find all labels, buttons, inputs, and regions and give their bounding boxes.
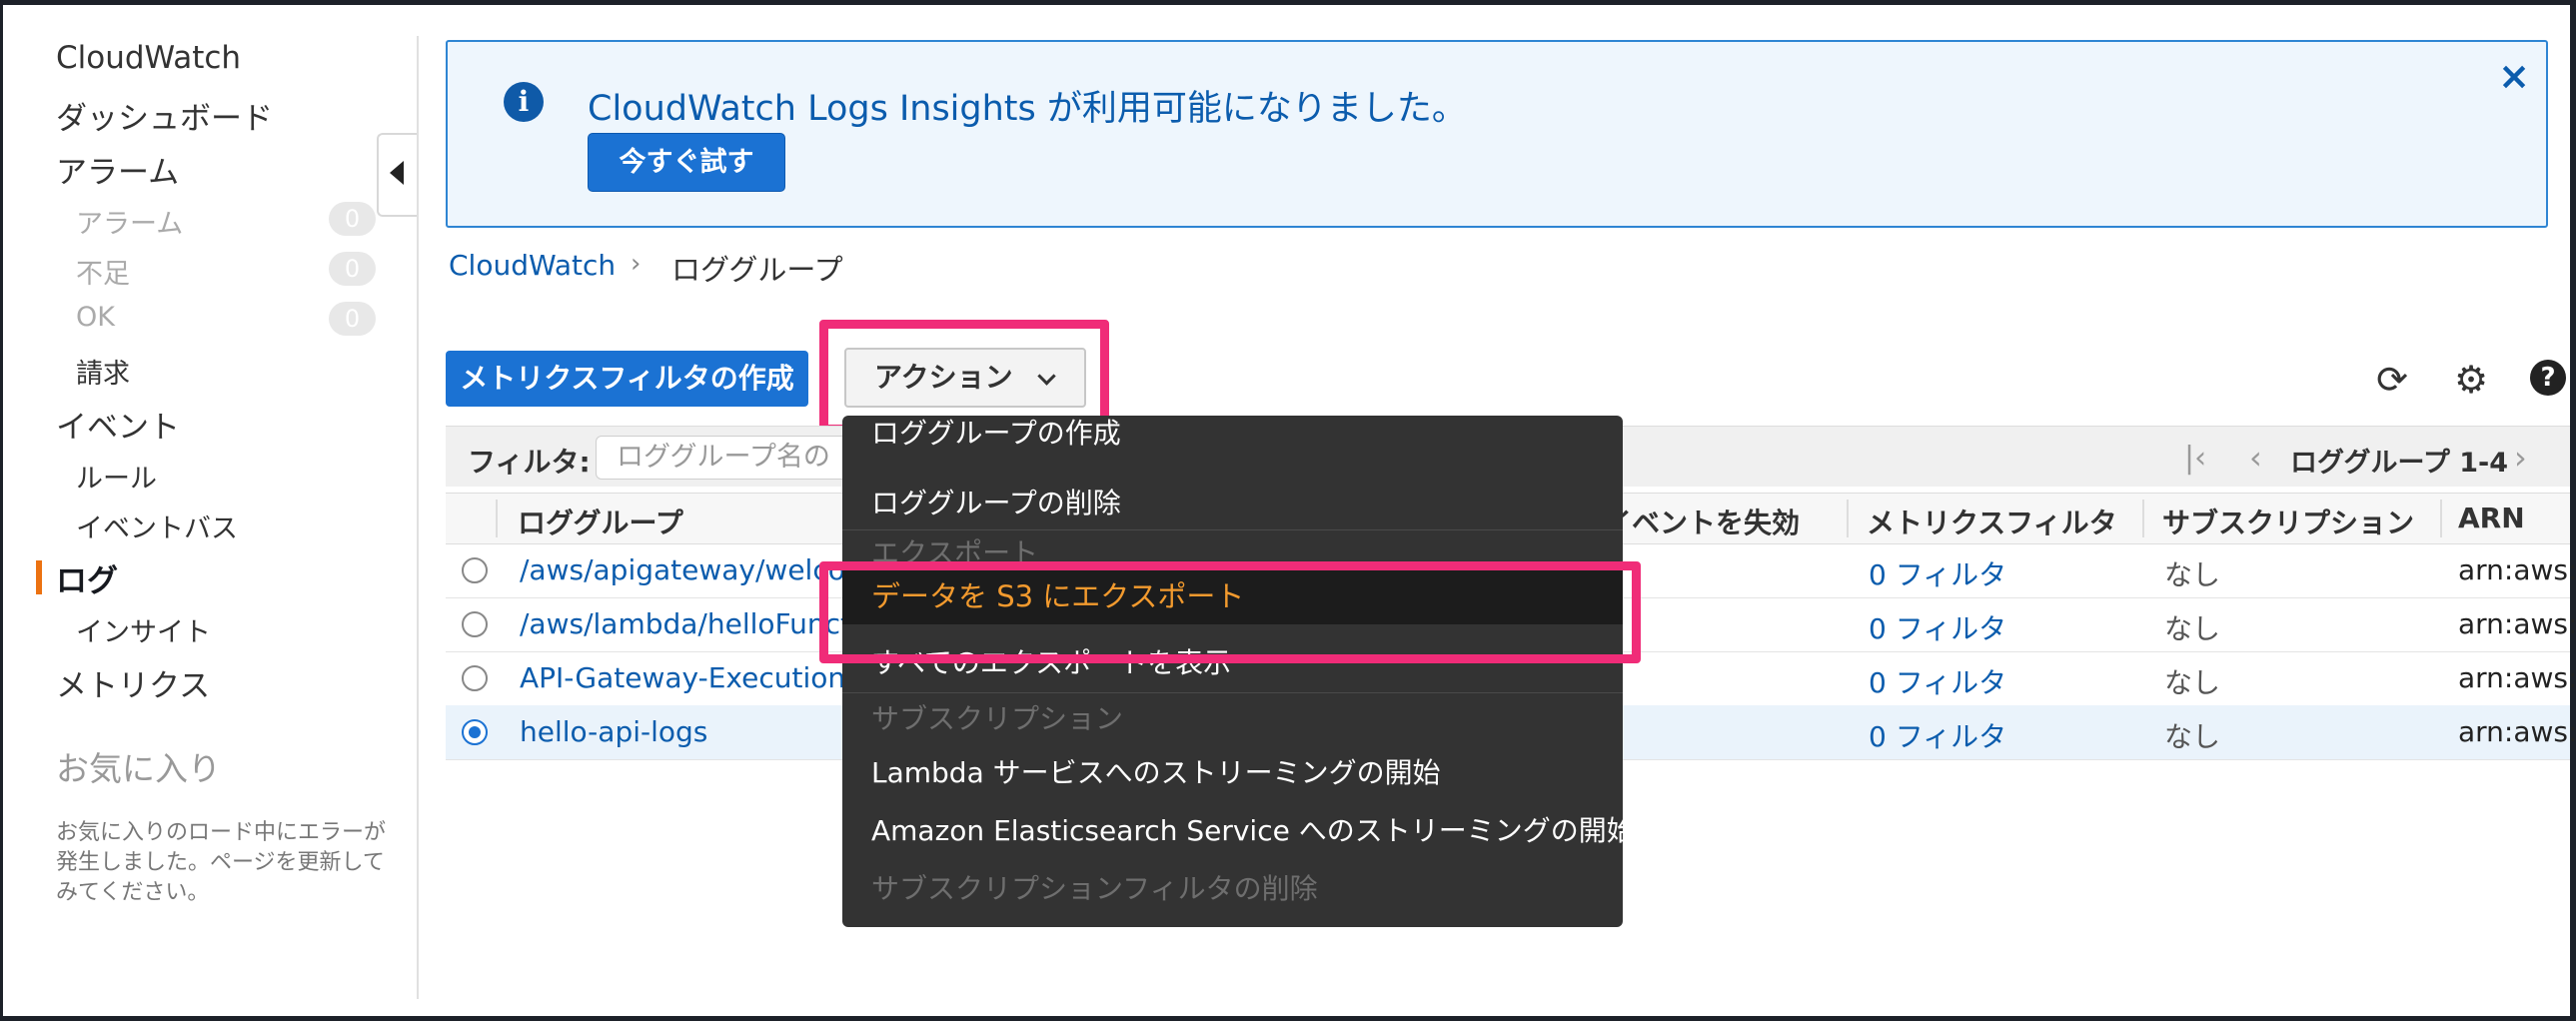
actions-dropdown-menu: ロググループの作成 ロググループの削除 エクスポート データを S3 にエクスポ… bbox=[842, 416, 1623, 927]
row-radio-button[interactable] bbox=[462, 665, 488, 691]
column-header-metric-filters[interactable]: メトリクスフィルタ bbox=[1867, 502, 2117, 541]
sidebar-item-rules[interactable]: ルール bbox=[76, 457, 157, 496]
chevron-right-icon: › bbox=[631, 249, 642, 279]
breadcrumb-cloudwatch-link[interactable]: CloudWatch bbox=[449, 249, 616, 282]
window-frame-bottom bbox=[0, 1016, 2576, 1021]
arn-value: arn:aws:l bbox=[2458, 661, 2576, 694]
insights-banner: i CloudWatch Logs Insights が利用可能になりました。 … bbox=[446, 40, 2548, 228]
active-nav-indicator bbox=[36, 560, 42, 594]
sidebar-item-billing[interactable]: 請求 bbox=[76, 352, 130, 391]
sidebar-item-logs[interactable]: ログ bbox=[56, 555, 118, 600]
sidebar-item-dashboards[interactable]: ダッシュボード bbox=[56, 93, 273, 138]
ok-count-badge: 0 bbox=[329, 302, 376, 336]
subscription-value: なし bbox=[2164, 558, 2221, 591]
help-icon[interactable]: ? bbox=[2530, 360, 2566, 396]
subscription-value: なし bbox=[2164, 666, 2221, 699]
sidebar-item-cloudwatch[interactable]: CloudWatch bbox=[56, 40, 241, 76]
refresh-icon[interactable]: ⟳ bbox=[2372, 360, 2412, 400]
window-frame-right bbox=[2570, 0, 2576, 1021]
breadcrumb-current: ロググループ bbox=[671, 253, 843, 287]
sidebar-item-metrics[interactable]: メトリクス bbox=[56, 660, 210, 705]
create-metric-filter-button[interactable]: メトリクスフィルタの作成 bbox=[446, 351, 808, 407]
arn-value: arn:aws:l bbox=[2458, 715, 2576, 748]
info-icon: i bbox=[504, 82, 544, 122]
row-radio-button[interactable] bbox=[462, 611, 488, 637]
sidebar-item-events[interactable]: イベント bbox=[56, 402, 180, 447]
sidebar-item-event-buses[interactable]: イベントバス bbox=[76, 507, 238, 545]
arn-value: arn:aws:l bbox=[2458, 553, 2576, 586]
metric-filter-link[interactable]: 0 フィルタ bbox=[1869, 661, 2006, 701]
caret-left-icon bbox=[390, 161, 404, 185]
column-divider bbox=[1847, 500, 1849, 537]
arn-value: arn:aws:l bbox=[2458, 607, 2576, 640]
gear-icon[interactable]: ⚙ bbox=[2451, 360, 2491, 400]
insufficient-count-badge: 0 bbox=[329, 252, 376, 286]
menu-section-subscriptions: サブスクリプション bbox=[871, 702, 1124, 735]
sidebar-item-ok[interactable]: OK bbox=[76, 302, 115, 333]
column-header-arn[interactable]: ARN bbox=[2458, 502, 2525, 534]
pagination-label: ロググループ 1-4 bbox=[2290, 448, 2509, 479]
row-radio-button-selected[interactable] bbox=[462, 719, 488, 745]
banner-message: CloudWatch Logs Insights が利用可能になりました。 bbox=[588, 89, 1467, 129]
column-header-subscriptions[interactable]: サブスクリプション bbox=[2162, 502, 2414, 541]
row-radio-button[interactable] bbox=[462, 557, 488, 583]
sidebar-item-insights[interactable]: インサイト bbox=[76, 610, 211, 649]
metric-filter-link[interactable]: 0 フィルタ bbox=[1869, 715, 2006, 755]
next-page-icon[interactable]: › bbox=[2514, 439, 2527, 477]
sidebar-divider bbox=[417, 36, 419, 999]
menu-item-stream-to-lambda[interactable]: Lambda サービスへのストリーミングの開始 bbox=[871, 751, 1441, 791]
annotation-highlight-export-s3 bbox=[819, 561, 1641, 663]
filter-label: フィルタ: bbox=[468, 446, 591, 479]
subscription-value: なし bbox=[2164, 612, 2221, 645]
sidebar: CloudWatch ダッシュボード アラーム アラーム 0 不足 0 OK 0… bbox=[0, 5, 418, 1016]
sidebar-item-alarms[interactable]: アラーム bbox=[56, 147, 179, 192]
favorites-error-message: お気に入りのロード中にエラーが発生しました。ページを更新してみてください。 bbox=[56, 820, 387, 905]
column-divider bbox=[2142, 500, 2144, 537]
previous-page-icon[interactable]: ‹ bbox=[2249, 439, 2262, 477]
menu-item-delete-log-group[interactable]: ロググループの削除 bbox=[871, 482, 1121, 521]
try-now-button[interactable]: 今すぐ試す bbox=[588, 133, 785, 192]
sidebar-collapse-button[interactable] bbox=[377, 133, 418, 217]
log-group-link[interactable]: hello-api-logs bbox=[520, 715, 707, 748]
subscription-value: なし bbox=[2164, 720, 2221, 753]
column-divider bbox=[2440, 500, 2442, 537]
sidebar-item-insufficient[interactable]: 不足 bbox=[76, 252, 130, 291]
close-icon[interactable]: × bbox=[2498, 54, 2530, 98]
first-page-icon[interactable]: |‹ bbox=[2184, 441, 2206, 476]
menu-item-create-log-group[interactable]: ロググループの作成 bbox=[871, 416, 1121, 452]
metric-filter-link[interactable]: 0 フィルタ bbox=[1869, 607, 2006, 647]
menu-item-delete-subscription-filter: サブスクリプションフィルタの削除 bbox=[871, 872, 1318, 905]
menu-item-stream-to-elasticsearch[interactable]: Amazon Elasticsearch Service へのストリーミングの開… bbox=[871, 809, 1623, 849]
alarm-count-badge: 0 bbox=[329, 202, 376, 236]
menu-divider bbox=[842, 692, 1623, 693]
column-divider bbox=[496, 500, 498, 537]
column-header-expire-events[interactable]: イベントを失効 bbox=[1604, 502, 1800, 541]
column-header-log-group[interactable]: ロググループ bbox=[518, 502, 683, 541]
metric-filter-link[interactable]: 0 フィルタ bbox=[1869, 553, 2006, 593]
favorites-title: お気に入り bbox=[56, 749, 221, 788]
menu-divider bbox=[842, 529, 1623, 530]
sidebar-item-alarm-state[interactable]: アラーム bbox=[76, 202, 183, 241]
